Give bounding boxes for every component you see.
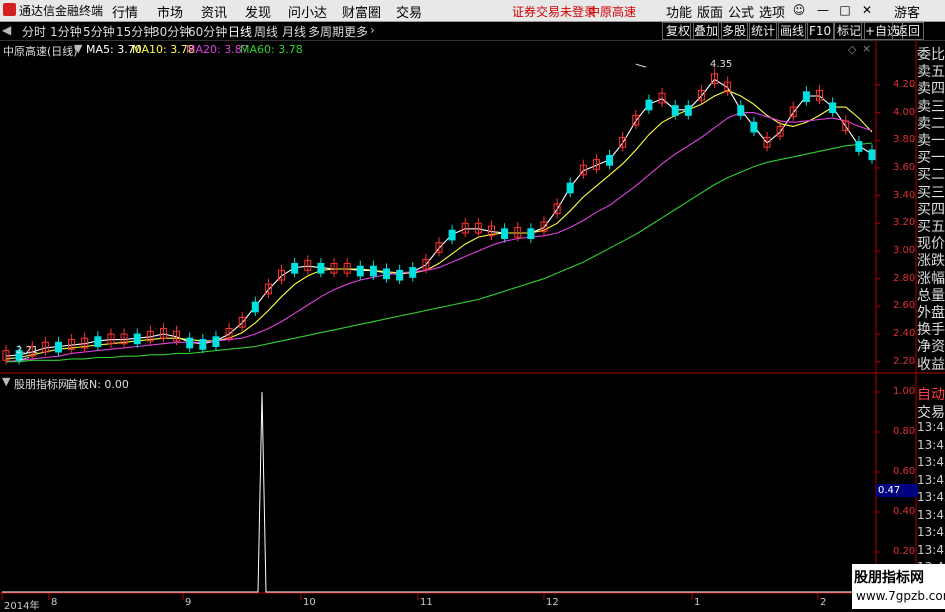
candle-body xyxy=(199,339,207,350)
auto-trade-toggle[interactable]: 自动 xyxy=(917,384,945,404)
indicator-tick-label: 0.40 xyxy=(893,506,916,517)
indicator-tick-label: 0.20 xyxy=(893,546,916,557)
date-tick-label: 2014年 xyxy=(4,601,40,612)
tick-time: 13:42 xyxy=(917,507,945,522)
candle-body xyxy=(317,262,325,274)
price-tick-label: 4.00 xyxy=(893,106,916,118)
chart-title: 中原高速(日线) xyxy=(3,45,78,58)
kline-chart[interactable] xyxy=(0,0,945,609)
candle-body xyxy=(94,336,102,347)
ma60-value: MA60: 3.78 xyxy=(240,43,303,56)
date-tick-label: 11 xyxy=(420,597,433,608)
indicator-tick-label: 0.80 xyxy=(893,426,916,437)
candle-body xyxy=(566,182,574,194)
indicator-tick-label: 0.60 xyxy=(893,466,916,477)
indicator-name: 股朋指标网 xyxy=(14,378,69,391)
watermark-title: 股朋指标网 xyxy=(854,570,924,586)
candle-body xyxy=(251,301,259,313)
tick-time: 13:42 xyxy=(917,490,945,504)
price-tick-label: 3.40 xyxy=(893,189,916,201)
candle-body xyxy=(855,141,863,152)
candle-body xyxy=(750,121,758,133)
candle-body xyxy=(684,105,692,116)
candle-body xyxy=(212,336,220,347)
indicator-options-icon[interactable]: ▼ xyxy=(2,375,10,388)
candle-body xyxy=(383,268,391,280)
date-tick-label: 12 xyxy=(546,597,559,608)
date-tick-label: 10 xyxy=(303,597,316,608)
candle-body xyxy=(501,228,509,240)
date-tick-label: 1 xyxy=(694,597,701,608)
price-tick-label: 2.40 xyxy=(893,328,916,340)
date-tick-label: 2 xyxy=(820,597,827,608)
candle-body xyxy=(186,337,194,349)
tick-time: 13:42 xyxy=(917,420,945,434)
price-tick-label: 3.20 xyxy=(893,217,916,229)
tick-time: 13:42 xyxy=(917,542,945,557)
candle-body xyxy=(133,333,141,345)
candle-body xyxy=(396,269,404,281)
candle-body xyxy=(671,105,679,116)
tick-time: 13:42 xyxy=(917,437,945,452)
candle-body xyxy=(829,102,837,114)
candle-body xyxy=(54,341,62,353)
price-tick-label: 3.60 xyxy=(893,161,916,173)
price-tick-label: 2.60 xyxy=(893,300,916,312)
price-tick-label: 4.20 xyxy=(893,78,916,90)
candle-body xyxy=(291,262,299,274)
watermark: 股朋指标网 www.7gpzb.com xyxy=(852,564,945,609)
chart-options-icon[interactable]: ▼ xyxy=(74,42,82,55)
low-price-label: 2.21 xyxy=(16,345,39,356)
series-ma5-line xyxy=(5,78,873,357)
candle-body xyxy=(868,149,876,161)
tick-time: 13:42 xyxy=(917,525,945,539)
candle-body xyxy=(737,105,745,116)
indicator-tick-label: 1.00 xyxy=(893,386,916,397)
price-tick-label: 3.00 xyxy=(893,244,916,256)
high-marker xyxy=(635,63,646,68)
current-indicator-value: 0.47 xyxy=(876,484,918,497)
date-tick-label: 9 xyxy=(185,597,192,608)
indicator-spike-line xyxy=(2,391,874,593)
close-chart-icon[interactable]: × xyxy=(862,42,871,55)
price-tick-label: 2.80 xyxy=(893,272,916,284)
series-ma10-line xyxy=(5,89,873,360)
indicator-value: 首板N: 0.00 xyxy=(67,378,129,391)
price-tick-label: 3.80 xyxy=(893,134,916,146)
trade-label: 交易 xyxy=(917,405,945,421)
candle-body xyxy=(356,265,364,277)
high-price-label: 4.35 xyxy=(710,59,733,70)
candle-body xyxy=(802,91,810,103)
candle-body xyxy=(369,265,377,277)
watermark-url: www.7gpzb.com xyxy=(856,589,945,603)
diamond-icon[interactable]: ◇ xyxy=(848,43,856,56)
candle-body xyxy=(527,228,535,240)
date-tick-label: 8 xyxy=(51,597,58,608)
tick-time: 13:42 xyxy=(917,455,945,469)
quote-field-label: 收益 xyxy=(917,356,945,373)
candle-body xyxy=(606,154,614,166)
tick-time: 13:42 xyxy=(917,472,945,487)
candle-body xyxy=(409,267,417,278)
candle-body xyxy=(448,229,456,241)
candle-body xyxy=(645,99,653,111)
price-tick-label: 2.20 xyxy=(893,355,916,367)
